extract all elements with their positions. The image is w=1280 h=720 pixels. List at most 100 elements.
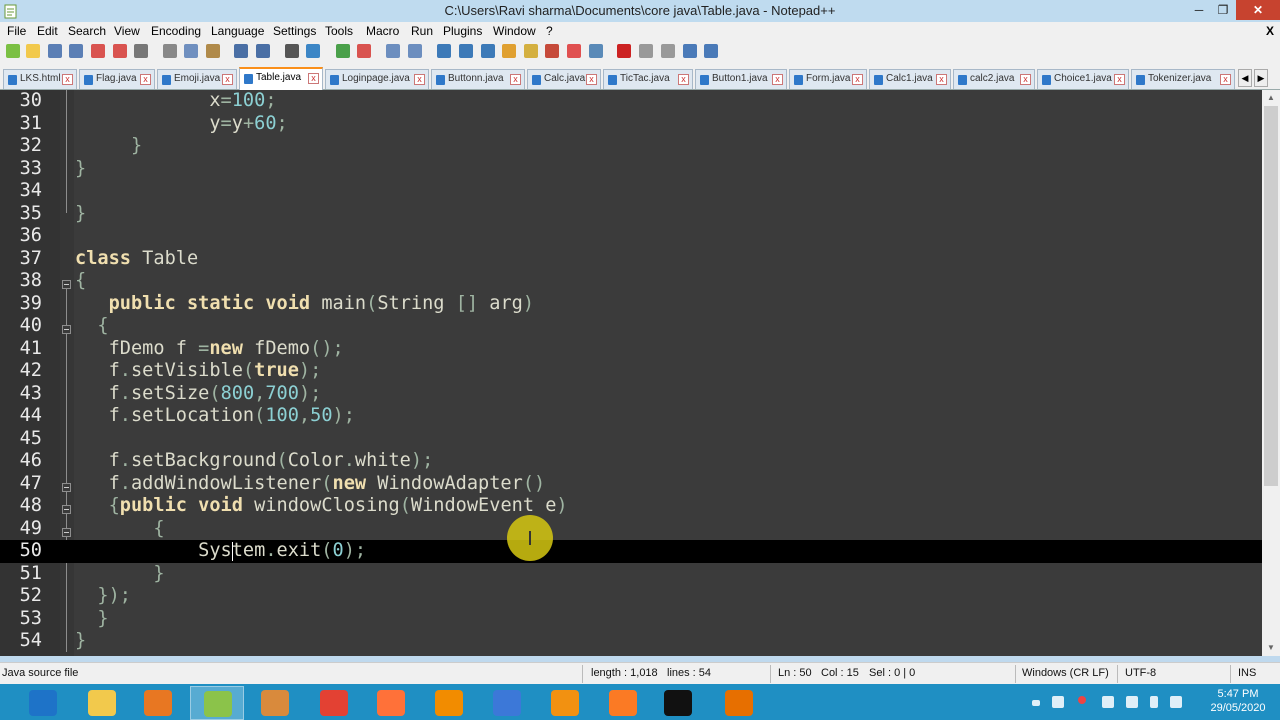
udl-icon[interactable] [502, 44, 516, 58]
tab-calc-java[interactable]: Calc.java x [527, 69, 601, 89]
maximize-button[interactable]: ❐ [1210, 0, 1236, 20]
taskbar-chrome[interactable] [307, 686, 361, 720]
tab-close-icon[interactable]: x [852, 74, 863, 85]
code-text[interactable]: f.setVisible(true); [75, 360, 322, 383]
find-icon[interactable] [285, 44, 299, 58]
network-icon[interactable] [1126, 696, 1138, 708]
code-text[interactable]: }); [75, 585, 131, 608]
taskbar-notepad-plus-plus[interactable] [190, 686, 244, 720]
code-text[interactable]: System.exit(0); [75, 540, 366, 563]
play-macro-icon[interactable] [661, 44, 675, 58]
close-file-icon[interactable] [91, 44, 105, 58]
code-text[interactable]: { [75, 270, 86, 293]
code-line[interactable]: 32 } [0, 135, 1262, 158]
tab-close-icon[interactable]: x [308, 73, 319, 84]
folder-workspace-icon[interactable] [567, 44, 581, 58]
menu-language[interactable]: Language [211, 24, 264, 38]
taskbar-tool-app[interactable] [248, 686, 302, 720]
code-line[interactable]: 36 [0, 225, 1262, 248]
code-line[interactable]: 34 [0, 180, 1262, 203]
code-text[interactable]: } [75, 608, 108, 631]
taskbar-installer[interactable] [131, 686, 185, 720]
tab-scroll-right-icon[interactable]: ▶ [1254, 69, 1268, 87]
taskbar-sublime-text[interactable] [538, 686, 592, 720]
code-line[interactable]: 42 f.setVisible(true); [0, 360, 1262, 383]
tab-close-icon[interactable]: x [1114, 74, 1125, 85]
title-bar[interactable]: C:\Users\Ravi sharma\Documents\core java… [0, 0, 1280, 22]
tab-loginpage-java[interactable]: Loginpage.java x [325, 69, 429, 89]
tab-close-icon[interactable]: x [414, 74, 425, 85]
code-text[interactable]: } [75, 563, 164, 586]
status-encoding[interactable]: UTF-8 [1125, 667, 1156, 679]
code-text[interactable]: { [75, 518, 164, 541]
code-line[interactable]: 31 y=y+60; [0, 113, 1262, 136]
tab-tokenizer-java[interactable]: Tokenizer.java x [1131, 69, 1235, 89]
code-text[interactable]: y=y+60; [75, 113, 287, 136]
menu-run[interactable]: Run [411, 24, 433, 38]
print-icon[interactable] [134, 44, 148, 58]
code-text[interactable]: { [75, 315, 108, 338]
tab-close-icon[interactable]: x [1020, 74, 1031, 85]
taskbar-java[interactable] [712, 686, 766, 720]
scroll-up-icon[interactable]: ▲ [1262, 90, 1280, 106]
record-indicator-icon[interactable] [1078, 696, 1086, 704]
code-line[interactable]: 39 public static void main(String [] arg… [0, 293, 1262, 316]
copy-icon[interactable] [184, 44, 198, 58]
menu-encoding[interactable]: Encoding [151, 24, 201, 38]
tab-scroll-left-icon[interactable]: ◀ [1238, 69, 1252, 87]
code-line[interactable]: 38 { [0, 270, 1262, 293]
undo-icon[interactable] [234, 44, 248, 58]
redo-icon[interactable] [256, 44, 270, 58]
code-line[interactable]: 46 f.setBackground(Color.white); [0, 450, 1262, 473]
code-text[interactable]: } [75, 630, 86, 653]
tab-close-icon[interactable]: x [62, 74, 73, 85]
replace-icon[interactable] [306, 44, 320, 58]
code-line[interactable]: 47 f.addWindowListener(new WindowAdapter… [0, 473, 1262, 496]
code-line[interactable]: 33} [0, 158, 1262, 181]
code-line[interactable]: 45 [0, 428, 1262, 451]
code-line[interactable]: 54} [0, 630, 1262, 653]
zoom-out-icon[interactable] [357, 44, 371, 58]
sync-vertical-icon[interactable] [386, 44, 400, 58]
taskbar-clock[interactable]: 5:47 PM 29/05/2020 [1198, 687, 1278, 715]
save-all-icon[interactable] [69, 44, 83, 58]
menu-file[interactable]: File [7, 24, 26, 38]
minimize-button[interactable]: ─ [1186, 0, 1212, 20]
save-icon[interactable] [48, 44, 62, 58]
taskbar-file-explorer[interactable] [75, 686, 129, 720]
code-line[interactable]: 43 f.setSize(800,700); [0, 383, 1262, 406]
code-line[interactable]: 53 } [0, 608, 1262, 631]
code-line[interactable]: 35} [0, 203, 1262, 226]
save-macro-icon[interactable] [704, 44, 718, 58]
function-list-icon[interactable] [545, 44, 559, 58]
tab-close-icon[interactable]: x [1220, 74, 1231, 85]
tab-table-java[interactable]: Table.java x [239, 67, 323, 90]
tab-close-icon[interactable]: x [772, 74, 783, 85]
menu-settings[interactable]: Settings [273, 24, 316, 38]
volume-icon[interactable] [1170, 696, 1182, 708]
code-line[interactable]: 50 System.exit(0); [0, 540, 1262, 563]
tab-form-java[interactable]: Form.java x [789, 69, 867, 89]
tab-button1-java[interactable]: Button1.java x [695, 69, 787, 89]
menu-tools[interactable]: Tools [325, 24, 353, 38]
record-macro-icon[interactable] [617, 44, 631, 58]
open-file-icon[interactable] [26, 44, 40, 58]
tab-lks-html[interactable]: LKS.html x [3, 69, 77, 89]
code-text[interactable]: class Table [75, 248, 198, 271]
code-line[interactable]: 48 {public void windowClosing(WindowEven… [0, 495, 1262, 518]
tab-choice1-java[interactable]: Choice1.java x [1037, 69, 1129, 89]
taskbar-firefox[interactable] [364, 686, 418, 720]
run-macro-multiple-icon[interactable] [683, 44, 697, 58]
paste-icon[interactable] [206, 44, 220, 58]
code-line[interactable]: 51 } [0, 563, 1262, 586]
stop-macro-icon[interactable] [639, 44, 653, 58]
cut-icon[interactable] [163, 44, 177, 58]
close-all-icon[interactable] [113, 44, 127, 58]
status-eol[interactable]: Windows (CR LF) [1022, 667, 1109, 679]
action-center-icon[interactable] [1102, 696, 1114, 708]
tab-buttonn-java[interactable]: Buttonn.java x [431, 69, 525, 89]
taskbar-vlc[interactable] [422, 686, 476, 720]
tab-close-icon[interactable]: x [678, 74, 689, 85]
monitoring-icon[interactable] [589, 44, 603, 58]
close-button[interactable]: ✕ [1236, 0, 1280, 20]
